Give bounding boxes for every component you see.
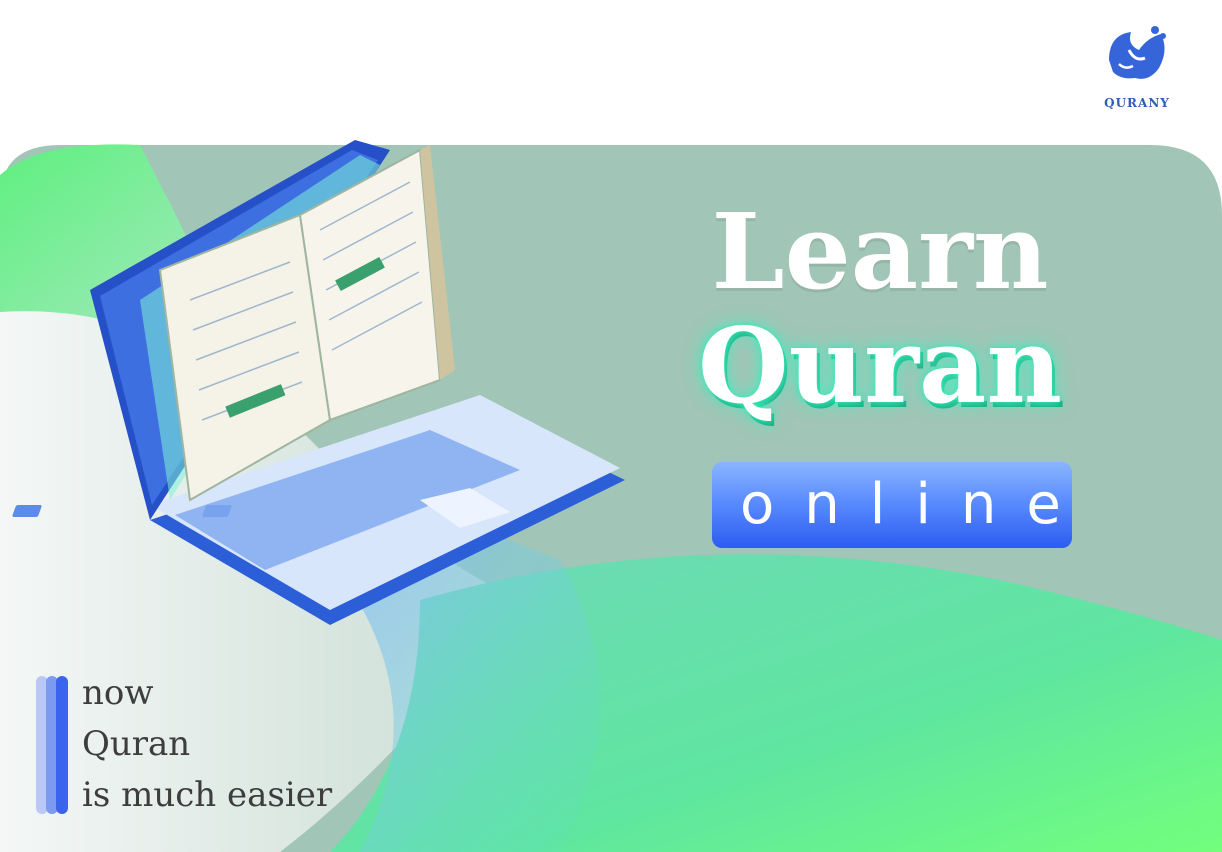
qurany-logo: QURANY <box>1094 20 1180 110</box>
headline-quran: Quran <box>698 304 1062 427</box>
qurany-calligraphy-logo-icon <box>1109 26 1166 79</box>
logo-name: QURANY <box>1104 96 1170 110</box>
headline: Learn Quran <box>640 200 1120 418</box>
tagline-accent-bar <box>56 676 68 814</box>
tagline-line-1: now <box>82 673 154 713</box>
online-badge: online <box>712 462 1072 548</box>
banner: QURANY Learn Quran online now Quran is m… <box>0 0 1222 852</box>
tagline-text: now Quran is much easier <box>82 668 332 821</box>
online-label: online <box>740 472 1091 537</box>
headline-learn: Learn <box>711 190 1049 313</box>
tagline-line-2: Quran <box>82 724 191 764</box>
tagline-line-3: is much easier <box>82 775 333 815</box>
